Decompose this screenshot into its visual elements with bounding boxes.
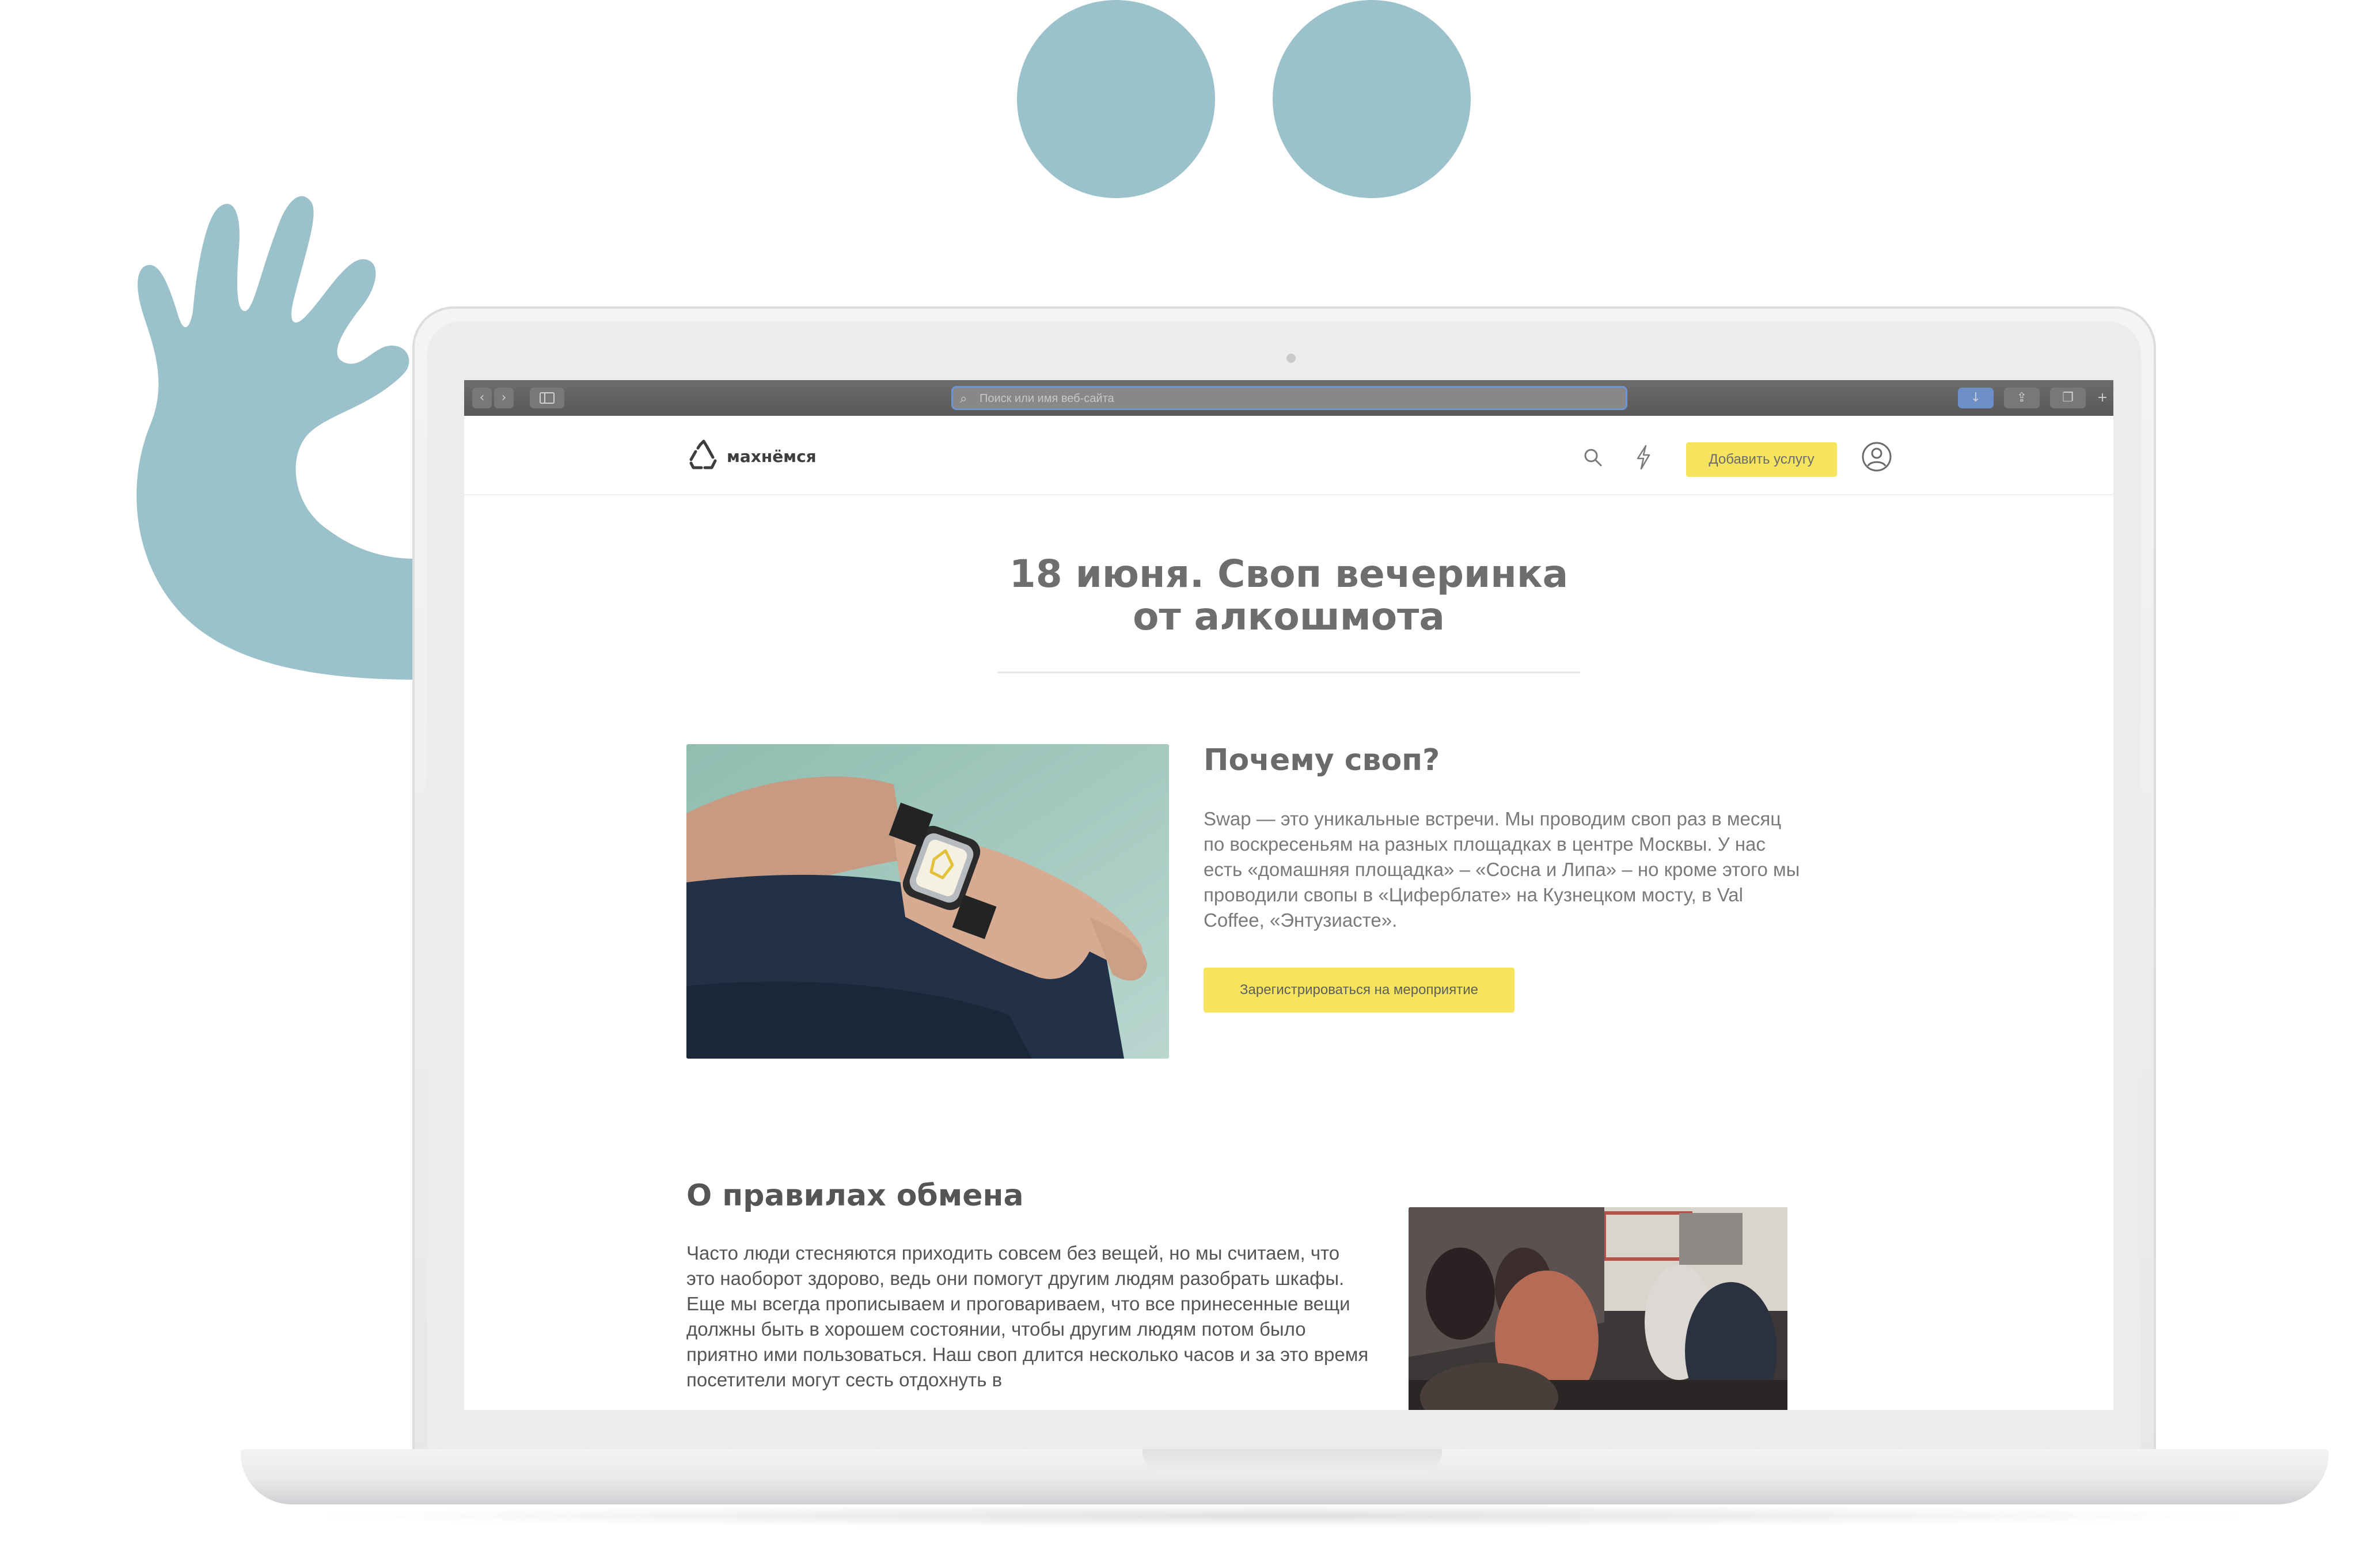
add-service-button[interactable]: Добавить услугу	[1686, 442, 1837, 477]
sidebar-icon	[540, 392, 555, 404]
logo-text: махнёмся	[727, 446, 817, 466]
plus-icon: +	[2097, 390, 2108, 405]
browser-toolbar: ‹ › ⌕ ↓ ⇪ ❐ +	[464, 380, 2113, 416]
address-input[interactable]	[978, 390, 1614, 407]
page-title-line1: 18 июня. Своп вечеринка	[1009, 552, 1569, 596]
decorative-circle-right	[1273, 0, 1471, 198]
smartwatch-photo	[686, 744, 1169, 1059]
swap-party-photo-illustration	[1409, 1207, 1787, 1410]
why-swap-text: Swap — это уникальные встречи. Мы провод…	[1204, 808, 1800, 931]
search-icon: ⌕	[960, 392, 967, 406]
decorative-circle-left	[1017, 0, 1215, 198]
laptop-base-notch	[1142, 1449, 1442, 1474]
camera-icon	[1286, 354, 1296, 363]
show-tabs-button[interactable]: ❐	[2050, 388, 2086, 408]
download-icon: ↓	[1970, 390, 1982, 405]
laptop-base	[241, 1449, 2329, 1504]
laptop-shadow	[299, 1504, 2269, 1527]
swap-party-photo	[1409, 1207, 1787, 1410]
waving-hand-illustration	[136, 196, 415, 680]
search-icon[interactable]	[1582, 447, 1603, 468]
register-event-button[interactable]: Зарегистрироваться на мероприятие	[1204, 968, 1514, 1013]
page-title-line2: от алкошмота	[1133, 594, 1445, 639]
title-divider	[997, 672, 1580, 673]
tabs-icon: ❐	[2062, 390, 2074, 405]
chevron-right-icon: ›	[501, 390, 507, 405]
address-bar[interactable]: ⌕	[951, 386, 1627, 410]
exchange-rules-text: Часто люди стесняются приходить совсем б…	[686, 1242, 1369, 1390]
user-profile-icon[interactable]	[1861, 441, 1892, 472]
site-logo[interactable]: махнёмся	[686, 439, 817, 473]
new-tab-button[interactable]: +	[2094, 388, 2111, 408]
share-button[interactable]: ⇪	[2004, 388, 2040, 408]
downloads-button[interactable]: ↓	[1958, 388, 1994, 408]
sidebar-toggle-button[interactable]	[530, 388, 564, 408]
smartwatch-photo-illustration	[686, 744, 1169, 1059]
chevron-left-icon: ‹	[479, 390, 485, 405]
site-header: махнёмся Добавить услугу	[464, 416, 2113, 495]
page-title: 18 июня. Своп вечеринка от алкошмота	[1001, 553, 1577, 638]
laptop-screen: ‹ › ⌕ ↓ ⇪ ❐ + махнёмс	[464, 380, 2113, 1410]
back-button[interactable]: ‹	[472, 388, 492, 408]
forward-button[interactable]: ›	[494, 388, 514, 408]
exchange-rules-heading: О правилах обмена	[686, 1178, 1024, 1213]
why-swap-heading: Почему своп?	[1204, 743, 1440, 778]
recycle-icon	[689, 439, 717, 469]
share-icon: ⇪	[2016, 390, 2028, 405]
lightning-icon[interactable]	[1633, 445, 1654, 470]
